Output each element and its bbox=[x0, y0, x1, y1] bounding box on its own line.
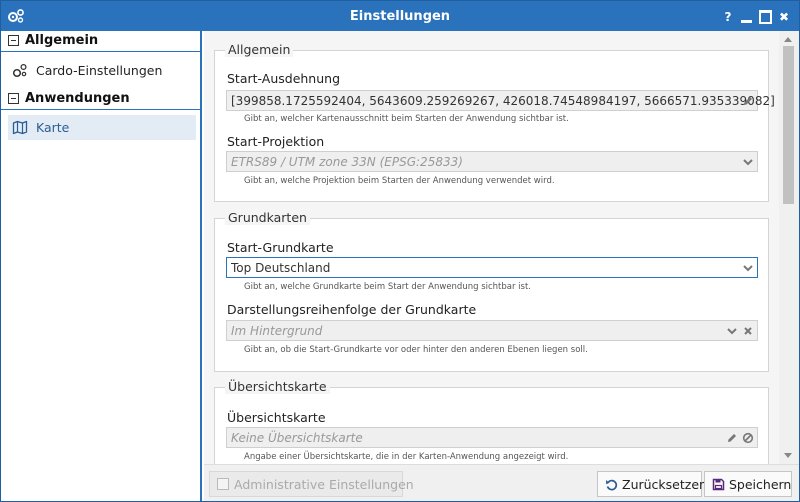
nav-group-anwendungen[interactable]: Anwendungen bbox=[1, 89, 200, 110]
nav-item-cardo-einstellungen[interactable]: Cardo-Einstellungen bbox=[8, 58, 196, 83]
nav-item-karte[interactable]: Karte bbox=[8, 115, 196, 140]
button-label: Speichern bbox=[729, 477, 792, 492]
field-hint: Angabe einer Übersichtskarte, die in der… bbox=[244, 452, 569, 462]
start-projektion-value: ETRS89 / UTM zone 33N (EPSG:25833) bbox=[231, 155, 463, 169]
nav-group-label: Anwendungen bbox=[25, 91, 130, 106]
field-hint: Gibt an, welcher Kartenausschnitt beim S… bbox=[244, 114, 569, 124]
collapse-icon[interactable] bbox=[8, 93, 19, 104]
content-scrollbar[interactable] bbox=[779, 31, 799, 464]
maximize-button[interactable] bbox=[759, 10, 772, 24]
collapse-icon[interactable] bbox=[8, 35, 19, 46]
field-hint: Gibt an, welche Grundkarte beim Start de… bbox=[244, 282, 532, 292]
scroll-up-icon[interactable] bbox=[784, 37, 792, 42]
darstellungsreihenfolge-placeholder: Im Hintergrund bbox=[231, 324, 323, 338]
fieldset-grundkarten: Grundkarten Start-Grundkarte Top Deutsch… bbox=[214, 210, 769, 372]
title-bar[interactable]: Einstellungen ? ✖ bbox=[1, 1, 799, 31]
pencil-icon[interactable] bbox=[726, 432, 738, 444]
start-ausdehnung-label: Start-Ausdehnung bbox=[227, 71, 341, 86]
start-ausdehnung-field[interactable]: [399858.1725592404, 5643609.259269267, 4… bbox=[226, 90, 775, 111]
fieldset-uebersichtskarte: Übersichtskarte Übersichtskarte Keine Üb… bbox=[214, 379, 769, 464]
floppy-disk-icon bbox=[712, 478, 725, 491]
dialog-title: Einstellungen bbox=[349, 9, 451, 24]
ban-icon[interactable] bbox=[742, 432, 754, 444]
button-label: Administrative Einstellungen bbox=[234, 477, 414, 492]
save-button[interactable]: Speichern bbox=[704, 471, 792, 497]
start-projektion-select[interactable]: ETRS89 / UTM zone 33N (EPSG:25833) bbox=[226, 151, 758, 172]
settings-dialog: Einstellungen ? ✖ Allgemein Cardo-Einste… bbox=[0, 0, 800, 502]
nav-group-allgemein[interactable]: Allgemein bbox=[1, 31, 200, 52]
fieldset-legend: Übersichtskarte bbox=[225, 379, 330, 394]
nav-group-label: Allgemein bbox=[25, 33, 99, 48]
settings-content: Allgemein Start-Ausdehnung [399858.17255… bbox=[204, 31, 799, 464]
gears-icon bbox=[12, 63, 27, 78]
uebersichtskarte-placeholder: Keine Übersichtskarte bbox=[231, 431, 363, 445]
map-icon bbox=[12, 120, 28, 135]
dialog-footer: Administrative Einstellungen Zurücksetze… bbox=[204, 464, 799, 501]
settings-navigation: Allgemein Cardo-Einstellungen Anwendunge… bbox=[1, 31, 202, 501]
clear-icon[interactable] bbox=[742, 325, 754, 337]
administrative-settings-button[interactable]: Administrative Einstellungen bbox=[209, 471, 414, 497]
help-button[interactable]: ? bbox=[722, 10, 734, 24]
uebersichtskarte-label: Übersichtskarte bbox=[227, 410, 326, 425]
pencil-icon[interactable] bbox=[742, 95, 754, 107]
fieldset-legend: Allgemein bbox=[225, 42, 294, 57]
button-label: Zurücksetzen bbox=[622, 477, 707, 492]
chevron-down-icon[interactable] bbox=[742, 262, 754, 274]
nav-item-label: Cardo-Einstellungen bbox=[36, 63, 163, 78]
fieldset-legend: Grundkarten bbox=[225, 210, 310, 225]
darstellungsreihenfolge-select[interactable]: Im Hintergrund bbox=[226, 320, 758, 341]
field-hint: Gibt an, ob die Start-Grundkarte vor ode… bbox=[244, 345, 588, 355]
close-button[interactable]: ✖ bbox=[777, 10, 791, 24]
start-projektion-label: Start-Projektion bbox=[227, 134, 325, 149]
nav-item-label: Karte bbox=[36, 120, 70, 135]
start-grundkarte-select[interactable]: Top Deutschland bbox=[226, 257, 758, 278]
reset-button[interactable]: Zurücksetzen bbox=[597, 471, 707, 497]
scrollbar-thumb[interactable] bbox=[783, 46, 794, 204]
start-ausdehnung-value: [399858.1725592404, 5643609.259269267, 4… bbox=[231, 94, 775, 108]
uebersichtskarte-field[interactable]: Keine Übersichtskarte bbox=[226, 427, 758, 448]
field-hint: Gibt an, welche Projektion beim Starten … bbox=[244, 176, 555, 186]
chevron-down-icon[interactable] bbox=[742, 156, 754, 168]
checkbox-icon bbox=[217, 478, 229, 490]
minimize-button[interactable] bbox=[740, 10, 753, 24]
undo-icon bbox=[606, 479, 618, 491]
chevron-down-icon[interactable] bbox=[726, 325, 738, 337]
start-grundkarte-label: Start-Grundkarte bbox=[227, 240, 334, 255]
start-grundkarte-value: Top Deutschland bbox=[231, 261, 331, 275]
fieldset-allgemein: Allgemein Start-Ausdehnung [399858.17255… bbox=[214, 42, 775, 202]
darstellungsreihenfolge-label: Darstellungsreihenfolge der Grundkarte bbox=[227, 302, 477, 317]
scroll-down-icon[interactable] bbox=[784, 453, 792, 458]
